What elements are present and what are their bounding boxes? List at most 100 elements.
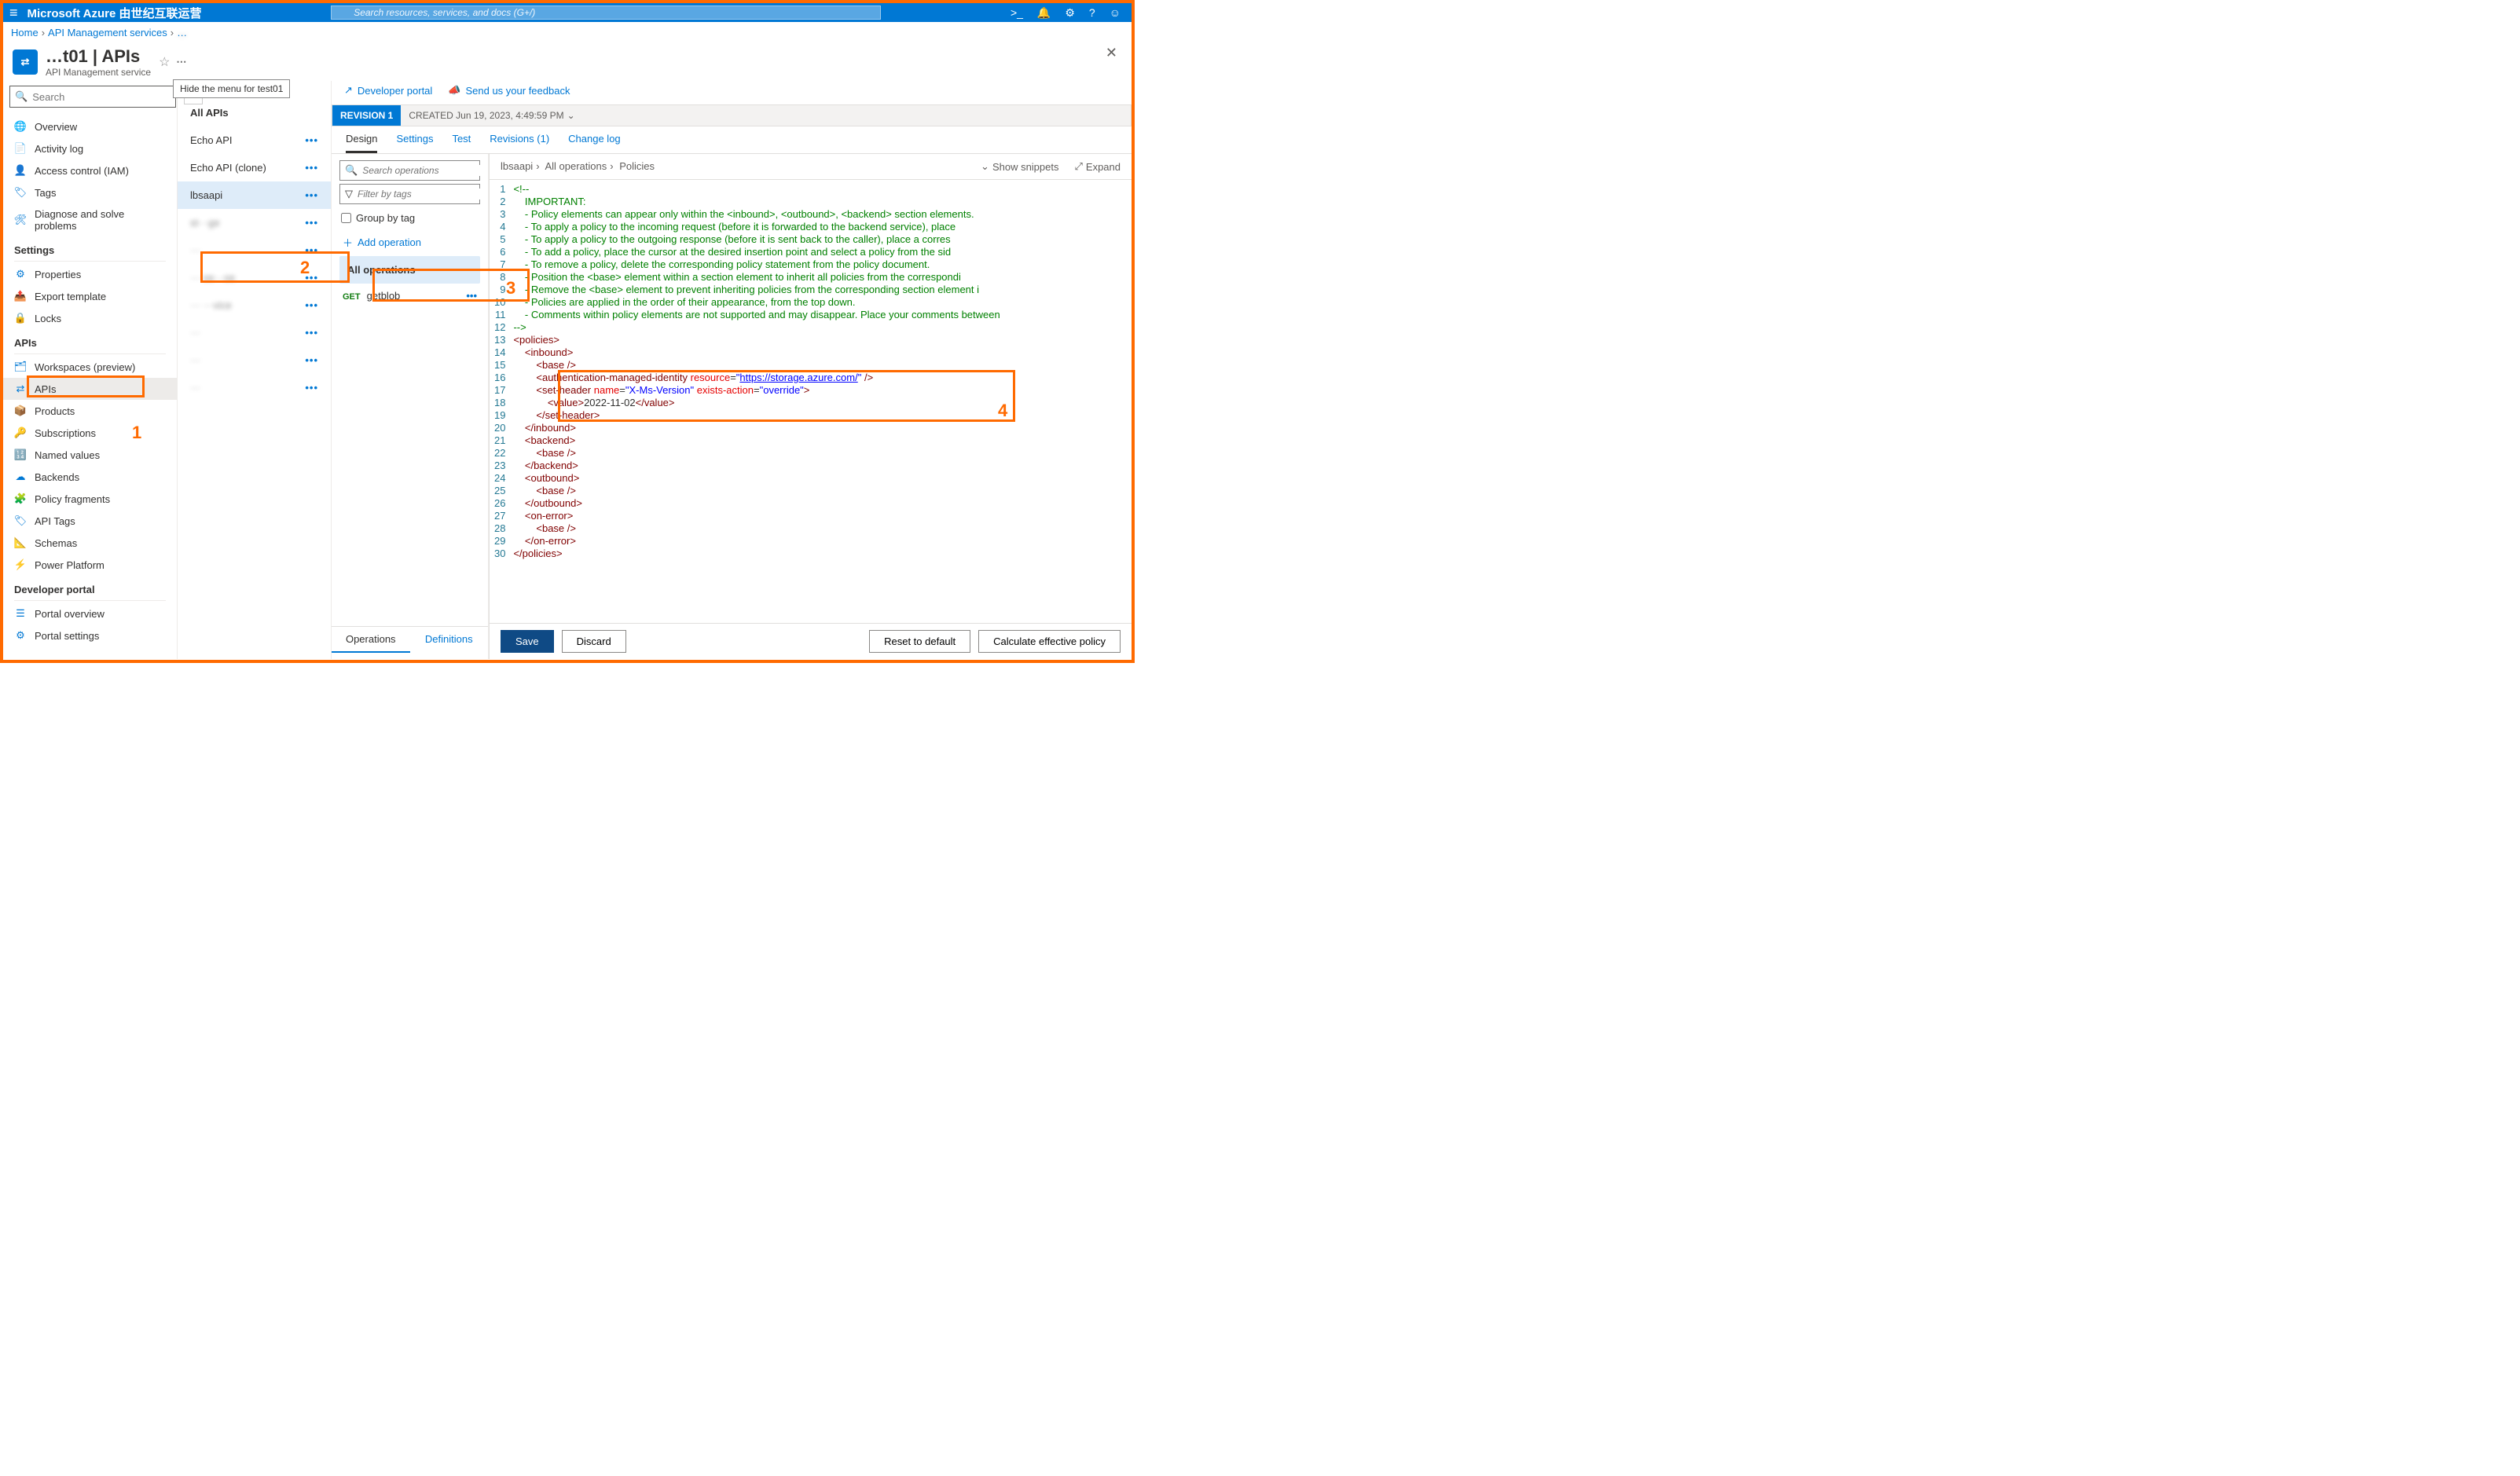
search-operations-input[interactable] — [362, 165, 486, 176]
nav-label: Products — [35, 405, 75, 417]
nav-item[interactable]: 🌐Overview — [3, 115, 177, 137]
all-apis-header[interactable]: All APIs — [178, 99, 331, 126]
global-search-input[interactable] — [331, 5, 881, 20]
nav-icon: 🔢 — [14, 449, 27, 461]
nav-icon: ⚡ — [14, 559, 27, 571]
api-more-icon[interactable]: ••• — [305, 382, 318, 394]
nav-item[interactable]: 🔒Locks — [3, 307, 177, 329]
nav-item[interactable]: 🧩Policy fragments — [3, 488, 177, 510]
favorite-icon[interactable]: ☆ — [159, 54, 170, 70]
api-more-icon[interactable]: ••• — [305, 162, 318, 174]
brand-label: Microsoft Azure 由世纪互联运营 — [28, 5, 202, 21]
nav-item[interactable]: 🏷Tags — [3, 181, 177, 203]
revision-badge[interactable]: REVISION 1 — [332, 105, 401, 126]
save-button[interactable]: Save — [501, 630, 554, 653]
tab-settings[interactable]: Settings — [396, 133, 433, 153]
nav-item[interactable]: 📤Export template — [3, 285, 177, 307]
tab-revisions[interactable]: Revisions (1) — [490, 133, 549, 153]
nav-item[interactable]: ⚙Properties — [3, 263, 177, 285]
breadcrumb-home[interactable]: Home — [11, 27, 39, 38]
group-by-tag[interactable]: Group by tag — [341, 212, 479, 224]
operation-item[interactable]: GETgetblob••• — [339, 284, 480, 308]
reset-default-button[interactable]: Reset to default — [869, 630, 970, 653]
nav-item[interactable]: ⚙Portal settings — [3, 624, 177, 646]
chevron-right-icon: › — [42, 27, 45, 38]
nav-item[interactable]: ⚡Power Platform — [3, 554, 177, 576]
help-icon[interactable]: ? — [1089, 6, 1095, 19]
group-by-tag-checkbox[interactable] — [341, 213, 351, 223]
tab-operations[interactable]: Operations — [332, 627, 410, 653]
cloud-shell-icon[interactable]: >_ — [1011, 6, 1023, 19]
design-tabs: Design Settings Test Revisions (1) Chang… — [332, 126, 1132, 154]
annotation-1: 1 — [132, 423, 141, 443]
api-more-icon[interactable]: ••• — [305, 244, 318, 256]
notifications-icon[interactable]: 🔔 — [1037, 6, 1051, 20]
nav-label: APIs — [35, 383, 56, 395]
chevron-right-icon: › — [171, 27, 174, 38]
search-operations[interactable]: 🔍 — [339, 160, 480, 181]
close-icon[interactable]: ✕ — [1106, 45, 1117, 61]
nav-item[interactable]: 🛠Diagnose and solve problems — [3, 203, 177, 236]
settings-icon[interactable]: ⚙ — [1065, 6, 1075, 20]
operation-more-icon[interactable]: ••• — [466, 290, 477, 302]
nav-item[interactable]: 🗂Workspaces (preview) — [3, 356, 177, 378]
api-list-pane: Hide the menu for test01 + Add API All A… — [178, 81, 332, 659]
discard-button[interactable]: Discard — [562, 630, 626, 653]
tab-definitions[interactable]: Definitions — [410, 627, 489, 653]
filter-tags-input[interactable] — [358, 189, 481, 200]
nav-label: Diagnose and solve problems — [35, 208, 166, 232]
api-more-icon[interactable]: ••• — [305, 354, 318, 366]
show-snippets-button[interactable]: ⌄ Show snippets — [981, 160, 1058, 173]
feedback-icon[interactable]: ☺ — [1110, 6, 1121, 19]
breadcrumb-instance[interactable]: … — [177, 27, 187, 38]
api-more-icon[interactable]: ••• — [305, 217, 318, 229]
tab-test[interactable]: Test — [452, 133, 471, 153]
filter-tags[interactable]: ▽ — [339, 184, 480, 204]
api-more-icon[interactable]: ••• — [305, 327, 318, 339]
nav-icon: 🏷 — [14, 186, 27, 199]
breadcrumb-apim[interactable]: API Management services — [48, 27, 167, 38]
nav-item[interactable]: 👤Access control (IAM) — [3, 159, 177, 181]
api-item[interactable]: lbsaapi••• — [178, 181, 331, 209]
code-area[interactable]: 1234567891011121314151617181920212223242… — [490, 180, 1132, 623]
nav-item[interactable]: 🔢Named values — [3, 444, 177, 466]
more-icon[interactable]: ⋯ — [176, 56, 186, 68]
api-item[interactable]: ···••• — [178, 374, 331, 401]
calc-policy-button[interactable]: Calculate effective policy — [978, 630, 1121, 653]
nav-item[interactable]: 🔑Subscriptions — [3, 422, 177, 444]
left-nav: 🔍 « 🌐Overview📄Activity log👤Access contro… — [3, 81, 178, 659]
nav-header-devportal: Developer portal — [3, 576, 177, 599]
api-more-icon[interactable]: ••• — [305, 299, 318, 311]
nav-item[interactable]: 🏷API Tags — [3, 510, 177, 532]
nav-search[interactable]: 🔍 — [9, 86, 176, 108]
nav-item[interactable]: ☰Portal overview — [3, 602, 177, 624]
api-item[interactable]: Echo API (clone)••• — [178, 154, 331, 181]
nav-item[interactable]: 📦Products — [3, 400, 177, 422]
api-item[interactable]: ···••• — [178, 346, 331, 374]
tab-changelog[interactable]: Change log — [568, 133, 621, 153]
all-operations-item[interactable]: All operations — [339, 256, 480, 284]
developer-portal-link[interactable]: ↗Developer portal — [344, 84, 432, 97]
nav-label: Workspaces (preview) — [35, 361, 135, 373]
api-more-icon[interactable]: ••• — [305, 189, 318, 201]
api-more-icon[interactable]: ••• — [305, 134, 318, 146]
api-item[interactable]: Echo API••• — [178, 126, 331, 154]
api-item[interactable]: st···ge••• — [178, 209, 331, 236]
nav-item[interactable]: ☁Backends — [3, 466, 177, 488]
api-item[interactable]: ··· ···vice••• — [178, 291, 331, 319]
api-item[interactable]: ···••• — [178, 319, 331, 346]
nav-item[interactable]: 📐Schemas — [3, 532, 177, 554]
api-toolbar: ↗Developer portal 📣Send us your feedback — [332, 81, 1132, 104]
expand-button[interactable]: ⤢ Expand — [1075, 160, 1121, 173]
feedback-link[interactable]: 📣Send us your feedback — [448, 84, 570, 97]
hamburger-icon[interactable]: ≡ — [9, 5, 18, 21]
nav-search-input[interactable] — [32, 91, 171, 103]
nav-item[interactable]: 📄Activity log — [3, 137, 177, 159]
nav-item[interactable]: ⇄APIs — [3, 378, 177, 400]
tab-design[interactable]: Design — [346, 133, 377, 153]
add-operation-link[interactable]: ＋ Add operation — [339, 229, 480, 256]
nav-icon: ☁ — [14, 471, 27, 483]
nav-icon: 📄 — [14, 142, 27, 155]
nav-icon: ☰ — [14, 607, 27, 620]
revision-created[interactable]: CREATED Jun 19, 2023, 4:49:59 PM⌄ — [401, 105, 582, 126]
